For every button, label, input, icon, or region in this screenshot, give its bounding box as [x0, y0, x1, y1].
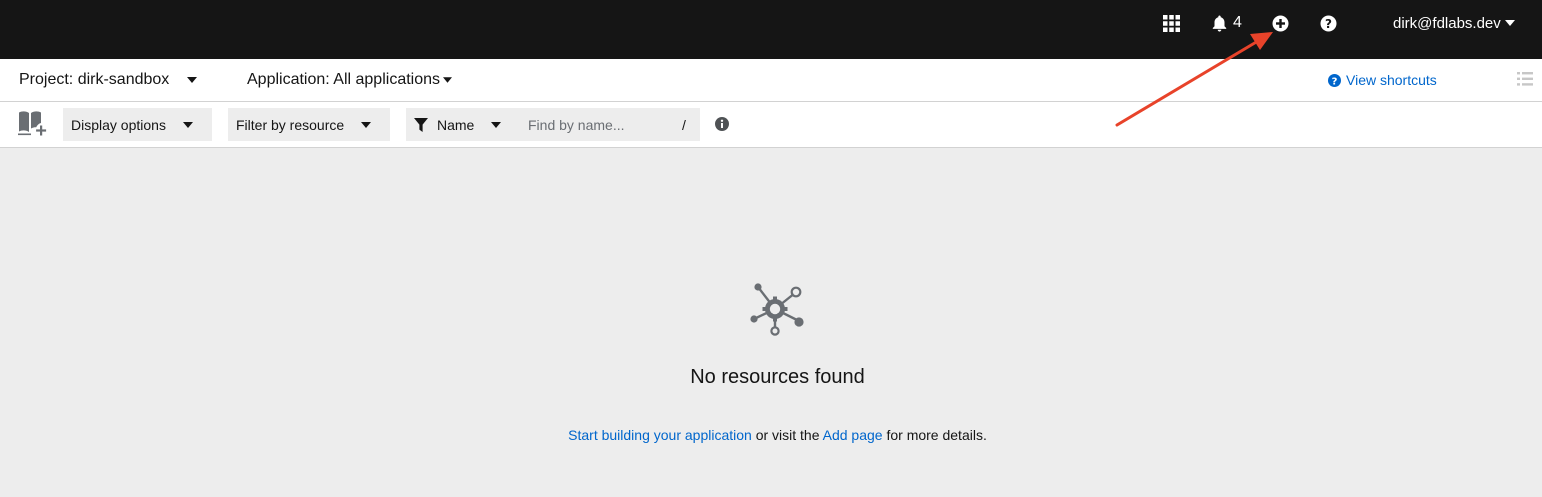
- view-shortcuts-label: View shortcuts: [1346, 72, 1437, 88]
- filter-by-resource-label: Filter by resource: [236, 116, 345, 133]
- topology-quick-search-button[interactable]: [18, 110, 48, 142]
- caret-down-icon: [187, 77, 198, 83]
- list-icon: [1517, 72, 1533, 86]
- user-menu-toggle[interactable]: dirk@fdlabs.dev: [1393, 0, 1515, 46]
- filter-info-button[interactable]: [715, 117, 729, 136]
- caret-down-icon: [183, 121, 193, 128]
- filter-type-label: Name: [437, 116, 475, 133]
- display-options-dropdown[interactable]: Display options: [63, 108, 212, 141]
- add-page-link[interactable]: Add page: [823, 427, 883, 443]
- book-add-icon: [18, 111, 47, 136]
- topology-icon: [750, 283, 804, 336]
- svg-text:?: ?: [1325, 17, 1332, 31]
- application-dropdown[interactable]: Application: All applications: [247, 59, 453, 101]
- view-shortcuts-link[interactable]: ? View shortcuts: [1328, 59, 1437, 101]
- application-label: Application: All applications: [247, 71, 441, 88]
- topology-empty-icon: [748, 283, 808, 342]
- question-circle-icon: ?: [1320, 15, 1337, 31]
- annotation-arrow: [1115, 32, 1273, 127]
- list-view-button[interactable]: [1517, 72, 1533, 91]
- empty-state-body: Start building your application or visit…: [0, 427, 1542, 443]
- empty-state-title: No resources found: [690, 366, 865, 388]
- search-shortcut-hint: /: [682, 116, 686, 133]
- user-name: dirk@fdlabs.dev: [1393, 14, 1501, 32]
- empty-state-text-middle: or visit the: [751, 427, 823, 443]
- question-circle-icon: ?: [1328, 73, 1341, 87]
- filter-type-dropdown[interactable]: Name: [406, 108, 516, 141]
- project-label: Project: dirk-sandbox: [19, 71, 170, 88]
- caret-down-icon: [443, 77, 453, 83]
- caret-down-icon: [1504, 20, 1515, 26]
- svg-text:?: ?: [1332, 76, 1338, 87]
- project-dropdown[interactable]: Project: dirk-sandbox: [19, 59, 198, 101]
- filter-icon: [414, 117, 428, 132]
- find-by-name-input[interactable]: [516, 108, 700, 141]
- masthead: 4 ? dirk@fdlabs.dev: [0, 0, 1542, 59]
- display-options-label: Display options: [71, 116, 166, 133]
- project-bar: Project: dirk-sandbox Application: All a…: [0, 59, 1542, 102]
- topology-toolbar: Display options Filter by resource Name …: [0, 102, 1542, 148]
- help-button[interactable]: ?: [1320, 0, 1337, 46]
- empty-state-text-end: for more details.: [882, 427, 987, 443]
- info-circle-icon: [715, 117, 729, 131]
- caret-down-icon: [491, 121, 501, 128]
- start-building-link[interactable]: Start building your application: [568, 427, 752, 443]
- caret-down-icon: [361, 121, 371, 128]
- filter-by-resource-dropdown[interactable]: Filter by resource: [228, 108, 390, 141]
